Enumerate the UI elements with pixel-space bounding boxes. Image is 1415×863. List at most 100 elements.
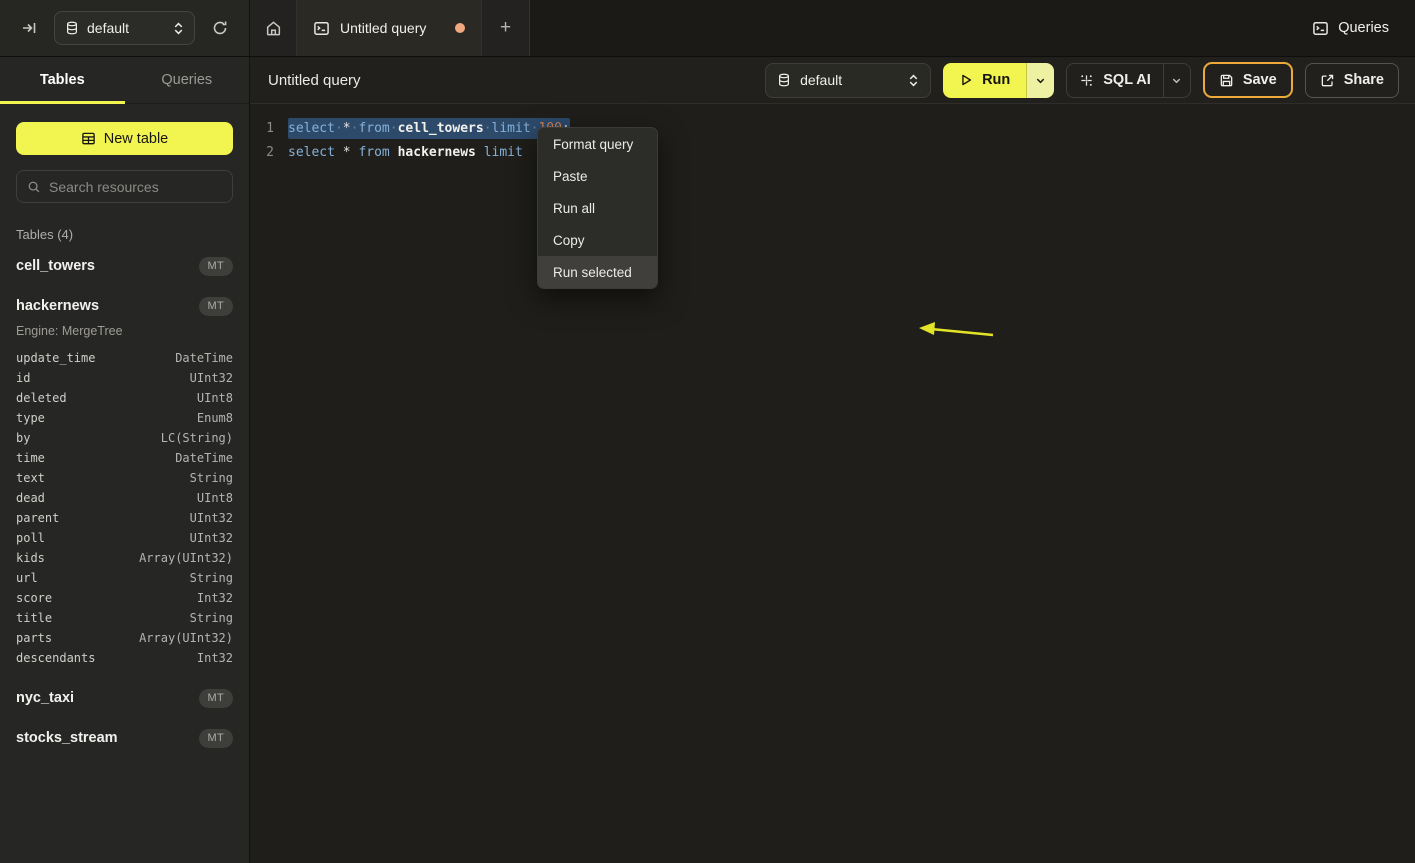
column-type: DateTime [175, 451, 233, 465]
run-options-caret[interactable] [1027, 63, 1054, 98]
search-box[interactable] [16, 170, 233, 203]
chevron-updown-icon [908, 74, 919, 87]
column-type: UInt8 [197, 391, 233, 405]
code-line: 2select * from hackernews limit [250, 140, 1415, 164]
column-name: id [16, 371, 30, 385]
column-name: descendants [16, 651, 95, 665]
share-button[interactable]: Share [1305, 63, 1399, 98]
content-pane: Untitled query default [250, 57, 1415, 863]
column-row: deadUInt8 [16, 488, 233, 508]
column-type: Int32 [197, 591, 233, 605]
content-header: Untitled query default [250, 57, 1415, 104]
menu-item-format-query[interactable]: Format query [538, 128, 657, 160]
column-type: String [190, 571, 233, 585]
column-name: text [16, 471, 45, 485]
sql-ai-caret[interactable] [1163, 64, 1190, 97]
database-selector-value: default [87, 20, 165, 36]
new-tab-button[interactable]: + [482, 0, 530, 56]
column-type: DateTime [175, 351, 233, 365]
plus-icon: + [500, 17, 511, 39]
token-ident: hackernews [398, 145, 476, 160]
column-row: text String [16, 468, 233, 488]
column-type: Enum8 [197, 411, 233, 425]
tables-list: cell_towersMThackernewsMTEngine: MergeTr… [16, 250, 233, 754]
column-row: urlString [16, 568, 233, 588]
column-name: type [16, 411, 45, 425]
save-button[interactable]: Save [1203, 62, 1293, 98]
code-text: select·*·from·cell_towers·limit·100; [288, 121, 570, 136]
selection-highlight: select·*·from·cell_towers·limit·100; [288, 118, 570, 139]
table-row-hackernews[interactable]: hackernewsMT [16, 290, 233, 322]
database-icon [65, 21, 79, 35]
queries-button[interactable]: Queries [1300, 0, 1415, 56]
engine-badge: MT [199, 689, 233, 708]
top-bar: default [0, 0, 1415, 57]
column-type: UInt32 [190, 371, 233, 385]
refresh-icon[interactable] [205, 13, 235, 43]
table-row-cell_towers[interactable]: cell_towersMT [16, 250, 233, 282]
annotation-arrow [915, 312, 1000, 344]
column-type: Array(UInt32) [139, 551, 233, 565]
database-selector[interactable]: default [54, 11, 195, 45]
line-number: 1 [250, 121, 288, 136]
column-row: parentUInt32 [16, 508, 233, 528]
sql-ai-button-group: SQL AI [1066, 63, 1191, 98]
menu-item-copy[interactable]: Copy [538, 224, 657, 256]
column-row: type Enum8 [16, 408, 233, 428]
tables-section-label: Tables (4) [16, 227, 233, 242]
token-op: * [343, 121, 351, 136]
token-kw: from [358, 121, 389, 136]
run-button-group: Run [943, 63, 1054, 98]
column-name: time [16, 451, 45, 465]
table-row-nyc_taxi[interactable]: nyc_taxi MT [16, 682, 233, 714]
chevron-updown-icon [173, 22, 184, 35]
share-external-icon [1320, 73, 1335, 88]
search-icon [27, 180, 41, 194]
tab-strip-spacer [530, 0, 1300, 56]
column-row: kidsArray(UInt32) [16, 548, 233, 568]
tab-untitled-query[interactable]: Untitled query [297, 0, 482, 56]
whitespace-dot: · [484, 121, 492, 136]
column-name: update_time [16, 351, 95, 365]
code-text: select * from hackernews limit [288, 145, 523, 160]
column-row: pollUInt32 [16, 528, 233, 548]
column-name: dead [16, 491, 45, 505]
sidebar-tab-tables[interactable]: Tables [0, 57, 125, 103]
new-table-button[interactable]: New table [16, 122, 233, 155]
column-type: UInt32 [190, 511, 233, 525]
column-row: byLC(String) [16, 428, 233, 448]
database-icon [777, 73, 791, 87]
sql-ai-label: SQL AI [1103, 72, 1151, 88]
code-line: 1select·*·from·cell_towers·limit·100; [250, 116, 1415, 140]
home-tab[interactable] [250, 0, 297, 56]
save-label: Save [1243, 72, 1277, 88]
column-type: Int32 [197, 651, 233, 665]
sidebar-tab-queries[interactable]: Queries [125, 57, 250, 103]
menu-item-run-selected[interactable]: Run selected [538, 256, 657, 288]
tab-strip: Untitled query + Queries [250, 0, 1415, 56]
table-grid-icon [81, 131, 96, 146]
share-label: Share [1344, 72, 1384, 88]
column-type: String [190, 471, 233, 485]
queries-button-label: Queries [1338, 20, 1389, 36]
columns-list: update_timeDateTimeidUInt32deletedUInt8t… [16, 348, 233, 668]
run-button[interactable]: Run [943, 63, 1027, 98]
menu-item-run-all[interactable]: Run all [538, 192, 657, 224]
table-name: nyc_taxi [16, 690, 74, 706]
sql-editor[interactable]: 1select·*·from·cell_towers·limit·100;2se… [250, 104, 1415, 863]
table-name: stocks_stream [16, 730, 118, 746]
collapse-sidebar-icon[interactable] [14, 13, 44, 43]
sidebar: Tables Queries New table [0, 57, 250, 863]
table-name: hackernews [16, 298, 99, 314]
sql-ai-button[interactable]: SQL AI [1067, 72, 1163, 88]
column-row: update_time DateTime [16, 348, 233, 368]
table-row-stocks_stream[interactable]: stocks_streamMT [16, 722, 233, 754]
search-input[interactable] [49, 179, 230, 195]
header-database-selector[interactable]: default [765, 63, 931, 98]
column-type: UInt32 [190, 531, 233, 545]
menu-item-paste[interactable]: Paste [538, 160, 657, 192]
save-floppy-icon [1219, 73, 1234, 88]
token-kw: limit [484, 145, 523, 160]
token-kw: select [288, 145, 335, 160]
unsaved-dot [455, 23, 465, 33]
